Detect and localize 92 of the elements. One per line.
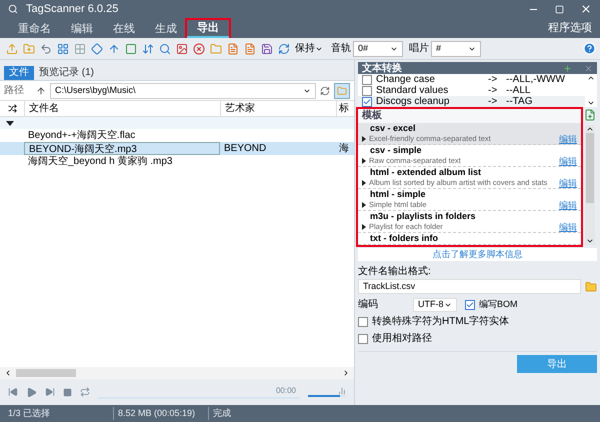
repeat-icon[interactable] — [80, 387, 90, 397]
menu-tab[interactable]: 在线 — [103, 20, 145, 38]
scroll-down-icon[interactable] — [586, 237, 594, 245]
scroll-left-icon[interactable] — [4, 369, 12, 377]
checkbox[interactable] — [358, 316, 368, 326]
disc-field[interactable]: # — [431, 40, 481, 56]
conversion-name: Discogs cleanup — [376, 95, 450, 109]
panel-tab[interactable]: 预览记录 (1) — [34, 66, 99, 80]
app-logo-icon — [8, 4, 18, 14]
status-text: 8.52 MB (00:05:19) — [113, 406, 208, 420]
horizontal-scrollbar[interactable] — [0, 367, 354, 379]
help-icon[interactable] — [583, 42, 596, 55]
template-title: html - simple — [369, 189, 427, 200]
template-title: csv - excel — [369, 123, 417, 134]
track-label: 音轨 — [331, 42, 351, 56]
status-text: 完成 — [208, 406, 231, 420]
output-format-label: 文件名输出格式: — [358, 264, 432, 279]
encoding-label: 编码 — [358, 298, 379, 312]
scroll-right-icon[interactable] — [342, 369, 350, 377]
menu-tab[interactable]: 生成 — [145, 20, 187, 38]
file-row[interactable]: Beyond+-+海阔天空.flac — [0, 129, 354, 142]
file-row[interactable]: 海阔天空_beyond h 黄家驹 .mp3 — [0, 155, 354, 168]
status-text: 1/3 已选择 — [8, 406, 52, 420]
table-cell-text: 海阔天空_beyond h 黄家驹 .mp3 — [27, 155, 174, 168]
path-label: 路径 — [4, 84, 24, 98]
conversion-name: Standard values — [376, 84, 450, 96]
folder-icon — [337, 86, 347, 96]
vertical-scrollbar[interactable] — [585, 125, 595, 245]
close-icon[interactable] — [580, 3, 592, 15]
menu-tab[interactable]: 导出 — [187, 20, 229, 38]
table-cell-text: BEYOND — [223, 142, 268, 155]
panel-tab[interactable]: 文件 — [4, 66, 34, 80]
program-options[interactable]: 程序选项 — [548, 20, 592, 36]
file-row[interactable]: BEYOND-海阔天空.mp3 BEYOND 海 — [0, 142, 354, 155]
time-display: 00:00 — [274, 385, 297, 397]
forward-icon[interactable] — [45, 387, 55, 397]
arrow-text: -> — [488, 73, 498, 87]
scroll-down-icon[interactable] — [587, 99, 595, 107]
rewind-icon[interactable] — [8, 387, 18, 397]
menu-tab[interactable]: 重命名 — [8, 20, 61, 38]
table-cell: BEYOND-海阔天空.mp3 — [24, 142, 220, 155]
template-title: txt - folders info — [369, 233, 439, 244]
edit-link[interactable]: 编辑 — [559, 222, 577, 232]
up-arrow-icon[interactable] — [36, 86, 46, 96]
conversion-target: --TAG — [506, 95, 532, 109]
folder-view-button[interactable] — [334, 82, 350, 98]
column-header[interactable]: 标 — [336, 101, 349, 116]
panel-title: 文本转换 — [362, 62, 403, 74]
keep-dropdown[interactable]: 保持 — [293, 41, 325, 56]
disc-label: 唱片 — [409, 42, 429, 56]
encoding-dropdown[interactable]: UTF-8 — [413, 298, 457, 312]
play-icon[interactable] — [26, 386, 37, 398]
refresh-icon[interactable] — [320, 86, 330, 96]
checkbox-label: 使用相对路径 — [372, 332, 432, 346]
checkbox-label: 转换特殊字符为HTML字符实体 — [372, 314, 510, 329]
template-title: html - extended album list — [369, 167, 482, 178]
edit-link[interactable]: 编辑 — [559, 178, 577, 188]
checkbox[interactable] — [358, 334, 368, 344]
output-format-field[interactable]: TrackList.csv — [358, 279, 581, 294]
arrow-text: -> — [488, 84, 498, 98]
path-field[interactable]: C:\Users\byg\Music\ — [50, 82, 316, 98]
volume-icon — [338, 387, 346, 395]
track-field[interactable]: 0# — [353, 40, 403, 56]
window-title: TagScanner 6.0.25 — [26, 2, 120, 17]
shuffle-icon[interactable] — [8, 104, 16, 113]
add-icon[interactable] — [563, 64, 572, 72]
scroll-up-icon[interactable] — [587, 74, 595, 82]
checkbox-label: 编写BOM — [479, 298, 518, 311]
table-cell-text: Beyond+-+海阔天空.flac — [27, 129, 136, 142]
templates-title: 模板 — [360, 109, 383, 123]
checkbox[interactable] — [362, 86, 372, 96]
checkbox[interactable] — [362, 74, 372, 84]
template-item[interactable]: txt - folders info — [358, 233, 581, 245]
checkbox[interactable] — [465, 300, 475, 310]
conversion-target: --ALL — [506, 84, 530, 97]
collapse-triangle-icon[interactable] — [6, 120, 14, 126]
column-header[interactable]: 文件名 — [24, 101, 220, 116]
edit-link[interactable]: 编辑 — [559, 200, 577, 210]
template-title: csv - simple — [369, 145, 423, 156]
folder-icon[interactable] — [585, 280, 597, 292]
table-cell-text: 海 — [338, 142, 349, 155]
edit-link[interactable]: 编辑 — [559, 156, 577, 166]
column-header[interactable]: 艺术家 — [220, 101, 336, 116]
stop-icon[interactable] — [63, 388, 72, 396]
arrow-text: -> — [488, 95, 498, 109]
menu-tab[interactable]: 编辑 — [61, 20, 103, 38]
conversion-target: --ALL,-WWW — [506, 73, 565, 86]
scroll-up-icon[interactable] — [586, 125, 594, 133]
template-title: m3u - playlists in folders — [369, 211, 477, 222]
maximize-icon[interactable] — [555, 4, 564, 14]
checkbox[interactable] — [362, 96, 372, 106]
conversion-name: Change case — [376, 73, 436, 86]
